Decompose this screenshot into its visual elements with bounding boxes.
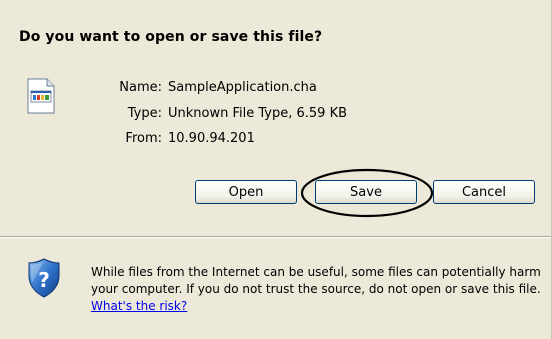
from-label: From: (125, 131, 162, 146)
file-type-value: Unknown File Type, 6.59 KB (168, 106, 348, 121)
shield-question-icon: ? (28, 258, 60, 298)
source-address-value: 10.90.94.201 (168, 131, 255, 146)
open-button[interactable]: Open (195, 180, 297, 204)
save-button[interactable]: Save (315, 180, 417, 204)
file-download-dialog: Do you want to open or save this file? N… (0, 0, 552, 339)
type-label: Type: (127, 106, 162, 121)
warning-message: While files from the Internet can be use… (91, 265, 541, 296)
divider (0, 236, 552, 238)
file-name-value: SampleApplication.cha (168, 80, 317, 95)
dialog-title: Do you want to open or save this file? (19, 29, 323, 45)
whats-the-risk-link[interactable]: What's the risk? (91, 299, 187, 313)
file-document-icon (27, 78, 55, 114)
cancel-button[interactable]: Cancel (433, 180, 535, 204)
name-label: Name: (119, 80, 162, 95)
svg-text:?: ? (38, 268, 50, 292)
security-warning-text: While files from the Internet can be use… (91, 264, 543, 315)
